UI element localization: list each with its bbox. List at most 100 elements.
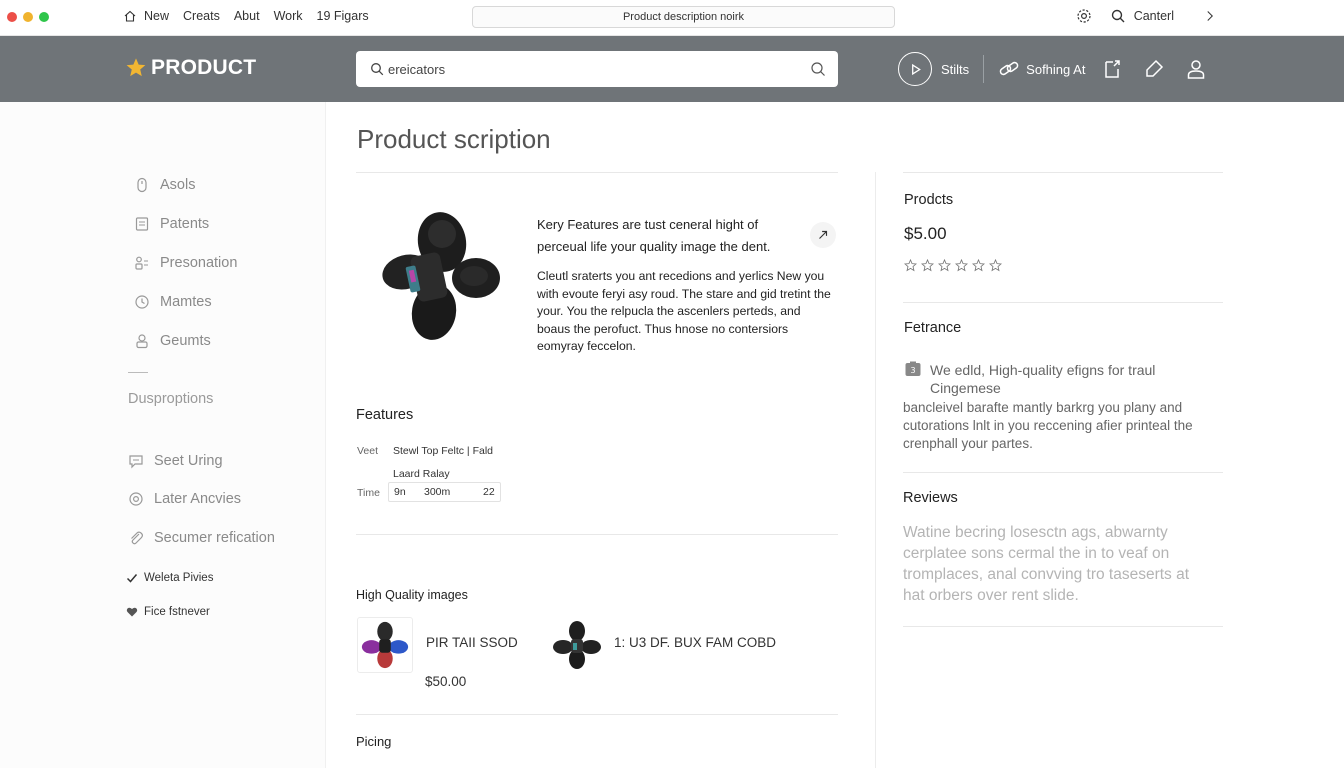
- star-icon[interactable]: [904, 259, 917, 272]
- user-icon[interactable]: [1185, 58, 1207, 80]
- sidebar-item-label: Later Ancvies: [154, 491, 242, 507]
- nav-figars[interactable]: 19 Figars: [317, 9, 369, 23]
- paperclip-icon: [131, 531, 143, 545]
- nav-new[interactable]: New: [144, 9, 169, 23]
- sidebar-item-label: Seet Uring: [154, 453, 223, 469]
- sidebar-item-asols[interactable]: Asols: [134, 177, 195, 193]
- link-icon[interactable]: [998, 58, 1020, 80]
- window-close-dot[interactable]: [7, 12, 17, 22]
- sidebar-item-patents[interactable]: Patents: [134, 216, 209, 232]
- mouse-icon: [137, 177, 147, 193]
- sidebar-item-label: Presonation: [160, 255, 238, 271]
- fetrance-heading: Fetrance: [904, 320, 962, 336]
- sidebar-section-heading: Dusproptions: [128, 391, 214, 407]
- sidebar-item-label: Secumer refication: [154, 530, 275, 546]
- play-button[interactable]: [898, 52, 932, 86]
- sidebar-item-geumts[interactable]: Geumts: [134, 333, 211, 349]
- fetrance-title: We edld, High-quality efigns for traul C…: [930, 362, 1156, 396]
- star-icon[interactable]: [972, 259, 985, 272]
- browser-bar: New Creats Abut Work 19 Figars Product d…: [0, 0, 1344, 36]
- spec-row2-label: Time: [357, 487, 380, 499]
- search-icon: [371, 63, 384, 76]
- price-divider: [903, 302, 1223, 303]
- sidebar-item-seet-uring[interactable]: Seet Uring: [128, 453, 223, 469]
- settings-icon[interactable]: [1076, 8, 1092, 24]
- spec-value-1: 9n: [394, 486, 406, 498]
- star-logo-icon: [126, 58, 146, 77]
- search-input[interactable]: [388, 61, 810, 77]
- sidebar-item-label: Patents: [160, 216, 210, 232]
- sidebar-item-mamtes[interactable]: Mamtes: [134, 294, 212, 310]
- thumbnail-2[interactable]: [549, 617, 605, 673]
- star-icon[interactable]: [921, 259, 934, 272]
- play-icon: [911, 63, 921, 75]
- setting-label[interactable]: Sofhing At: [1026, 62, 1085, 77]
- arrow-icon: [819, 230, 828, 239]
- share-doc-icon[interactable]: [1101, 58, 1123, 80]
- title-divider: [356, 172, 838, 173]
- top-right-controls: Canterl: [1058, 8, 1216, 24]
- products-heading: Prodcts: [904, 192, 954, 208]
- features-divider: [356, 534, 838, 535]
- top-nav: New Creats Abut Work 19 Figars: [124, 9, 383, 23]
- nav-abut[interactable]: Abut: [234, 9, 260, 23]
- sidebar-item-presonation[interactable]: Presonation: [134, 255, 237, 271]
- brand-name: PRODUCT: [151, 56, 257, 79]
- nav-work[interactable]: Work: [274, 9, 303, 23]
- header-divider: [983, 55, 985, 83]
- pricing-heading: Picing: [356, 734, 392, 749]
- star-icon[interactable]: [989, 259, 1002, 272]
- sidebar-item-weleta-pivies[interactable]: Weleta Pivies: [126, 572, 213, 584]
- chat-icon: [129, 455, 143, 469]
- product-price: $5.00: [904, 224, 947, 243]
- chevron-right-icon[interactable]: [1204, 10, 1216, 22]
- thumbnail-1[interactable]: [357, 617, 413, 673]
- features-heading: Features: [356, 407, 414, 423]
- home-icon[interactable]: [124, 10, 136, 22]
- reviews-text: Watine becring losesctn ags, abwarnty ce…: [903, 524, 1190, 604]
- key-features-text: Kery Features are tust ceneral hight of …: [537, 217, 771, 254]
- url-bar[interactable]: Product description noirk: [472, 6, 895, 28]
- user-badge-icon: [136, 334, 148, 349]
- brand-logo[interactable]: PRODUCT: [125, 56, 256, 80]
- tag-icon[interactable]: [1143, 58, 1165, 80]
- images-divider: [356, 714, 838, 715]
- thumbnail-1-price: $50.00: [425, 674, 467, 689]
- spec-value-2: 300m: [424, 486, 451, 498]
- window-minimize-dot[interactable]: [23, 12, 33, 22]
- star-icon[interactable]: [938, 259, 951, 272]
- right-top-divider: [903, 172, 1223, 173]
- people-icon: [135, 256, 148, 270]
- sidebar-divider: [128, 372, 148, 373]
- at-sign-icon: [129, 492, 143, 506]
- expand-button[interactable]: [810, 222, 836, 248]
- thumbnail-2-name[interactable]: 1: U3 DF. BUX FAM COBD: [614, 635, 776, 650]
- spec-sub-label: Laard Ralay: [393, 468, 450, 480]
- spec-row1-label: Veet: [357, 445, 379, 457]
- spec-value-3: 22: [483, 486, 495, 498]
- search-submit-icon[interactable]: [810, 61, 826, 77]
- cancel-link[interactable]: Canterl: [1134, 9, 1174, 23]
- app-header: PRODUCT Stilts Sofhing At: [0, 36, 1344, 102]
- checkmark-icon: [126, 574, 138, 583]
- sidebar-item-later-ancvies[interactable]: Later Ancvies: [128, 491, 241, 507]
- sidebar-small-label: Weleta Pivies: [144, 572, 214, 584]
- play-label[interactable]: Stilts: [941, 62, 969, 77]
- product-image[interactable]: [376, 206, 504, 346]
- window-zoom-dot[interactable]: [39, 12, 49, 22]
- search-icon[interactable]: [1110, 8, 1126, 24]
- sidebar-item-label: Mamtes: [160, 294, 212, 310]
- document-icon: [135, 217, 149, 231]
- thumbnail-1-name[interactable]: PIR TAII SSOD: [426, 635, 518, 650]
- sidebar-item-fice-fstnever[interactable]: Fice fstnever: [126, 606, 210, 618]
- sidebar-item-label: Asols: [160, 177, 196, 193]
- clock-icon: [135, 295, 149, 309]
- sidebar-item-secumer-refication[interactable]: Secumer refication: [128, 530, 275, 546]
- sidebar-item-label: Geumts: [160, 333, 211, 349]
- rating-stars[interactable]: [904, 259, 1006, 272]
- reviews-divider: [903, 626, 1223, 627]
- star-icon[interactable]: [955, 259, 968, 272]
- search-bar: [356, 51, 838, 87]
- header-actions: Stilts Sofhing At: [898, 51, 1207, 87]
- nav-creats[interactable]: Creats: [183, 9, 220, 23]
